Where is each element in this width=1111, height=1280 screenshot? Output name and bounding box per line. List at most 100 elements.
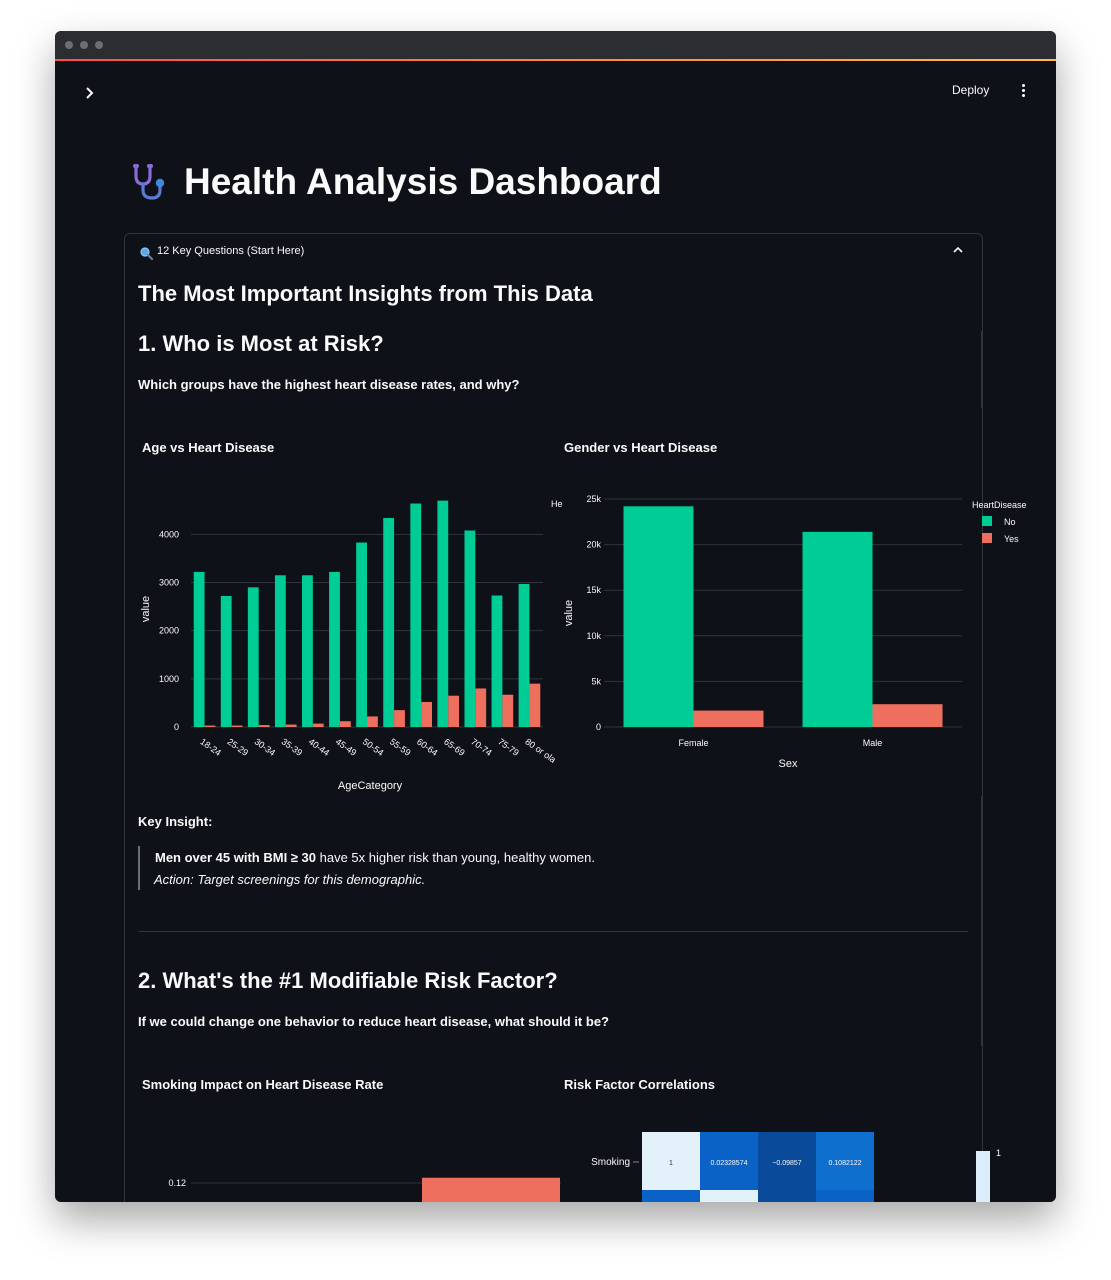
column-divider <box>981 331 982 408</box>
page-title: Health Analysis Dashboard <box>184 161 662 202</box>
bar-yes <box>529 683 541 727</box>
section-divider <box>138 931 968 932</box>
bar-yes <box>448 695 460 727</box>
heatmap-cell <box>700 1190 758 1202</box>
y-tick-label: 25k <box>586 494 601 504</box>
heatmap-cell <box>642 1190 700 1202</box>
risk-correlation-heatmap[interactable]: Smoking 1 0.02328574 −0.09857 0.1082122 1 <box>560 1121 1040 1202</box>
bar-yes <box>502 694 514 727</box>
bar-no <box>302 575 313 727</box>
bar-yes <box>258 725 270 727</box>
age-chart-title: Age vs Heart Disease <box>142 440 275 455</box>
bar-no <box>410 503 422 727</box>
bar-yes <box>204 725 216 727</box>
stethoscope-icon <box>131 162 171 202</box>
bar-no <box>274 575 286 727</box>
y-tick-label: 5k <box>591 676 601 686</box>
key-insight-label: Key Insight: <box>138 814 213 829</box>
bar-yes <box>231 725 243 727</box>
window-dot-icon[interactable] <box>80 41 88 49</box>
insight-detail: have 5x higher risk than young, healthy … <box>316 850 595 865</box>
smoking-impact-chart[interactable]: 0.120.1 <box>135 1121 565 1202</box>
insight-blockquote-bar <box>138 846 140 890</box>
collapse-chevron-icon[interactable] <box>952 243 964 255</box>
smoking-chart-title: Smoking Impact on Heart Disease Rate <box>142 1077 384 1092</box>
correlation-chart-title: Risk Factor Correlations <box>564 1077 715 1092</box>
y-tick-label: 15k <box>586 585 601 595</box>
browser-window: Deploy Health Analysis Dashboard 12 Key … <box>55 31 1056 1202</box>
heatmap-cell <box>758 1190 816 1202</box>
bar-no <box>356 542 367 727</box>
x-tick-label: 75-79 <box>496 736 521 757</box>
gender-chart-title: Gender vs Heart Disease <box>564 440 718 455</box>
question-2-heading: 2. What's the #1 Modifiable Risk Factor? <box>138 968 558 993</box>
bar-no <box>329 571 340 727</box>
bar-no <box>802 531 873 727</box>
sidebar-expand-chevron-icon[interactable] <box>83 81 99 105</box>
bar-yes <box>475 688 487 727</box>
x-tick-label: 60-64 <box>415 736 440 757</box>
x-tick-label: 40-44 <box>307 736 332 757</box>
y-tick-label: 0 <box>596 722 601 732</box>
bar-yes <box>394 710 405 727</box>
expander-label[interactable]: 12 Key Questions (Start Here) <box>157 245 304 257</box>
x-axis-label: AgeCategory <box>338 780 403 792</box>
legend-swatch <box>982 533 992 543</box>
bar-yes <box>285 724 297 727</box>
y-tick-label: 10k <box>586 631 601 641</box>
x-tick-label: 45-49 <box>334 736 359 757</box>
bar-no <box>193 571 205 727</box>
bar-no <box>623 506 694 727</box>
y-tick-label: 0 <box>174 722 179 732</box>
window-titlebar <box>55 31 1056 59</box>
x-tick-label: 18-24 <box>198 736 223 757</box>
y-tick-label: 2000 <box>159 626 179 636</box>
x-tick-label: 30-34 <box>253 736 278 757</box>
bar-yes <box>421 701 432 727</box>
bar-yes <box>872 704 943 727</box>
bar-no <box>491 595 503 727</box>
y-tick-label: 4000 <box>159 529 179 539</box>
legend-swatch <box>982 516 992 526</box>
bar-no <box>437 500 449 727</box>
x-tick-label: 50-54 <box>361 736 386 757</box>
bar-no <box>383 517 395 727</box>
y-axis-label: value <box>140 596 152 622</box>
bar-yes <box>367 716 378 727</box>
y-tick-label: 0.12 <box>168 1178 186 1188</box>
x-tick-label: 80 or ola <box>523 736 557 764</box>
deploy-button[interactable]: Deploy <box>952 83 989 97</box>
heatmap-row-label: Smoking <box>591 1157 630 1168</box>
colorbar <box>976 1151 990 1202</box>
bar-no <box>247 587 259 727</box>
legend-title: HeartDisease <box>972 500 1027 510</box>
gender-heart-disease-chart[interactable]: 0 5k 10k 15k 20k 25k Female Male Sex value HeartDi… <box>560 481 1040 781</box>
x-tick-label: 65-69 <box>442 736 467 757</box>
insight-emphasis: Men over 45 with BMI ≥ 30 <box>155 850 317 865</box>
y-tick-label: 3000 <box>159 578 179 588</box>
x-tick-label: 25-29 <box>225 736 250 757</box>
column-divider <box>981 796 982 1046</box>
y-tick-label: 20k <box>586 540 601 550</box>
heatmap-value: −0.09857 <box>772 1160 801 1167</box>
x-tick-label: 70-74 <box>469 736 494 757</box>
colorbar-max-label: 1 <box>996 1148 1001 1158</box>
insights-heading: The Most Important Insights from This Da… <box>138 281 593 306</box>
header-decoration <box>55 59 1056 61</box>
heatmap-value: 1 <box>669 1160 673 1167</box>
window-dot-icon[interactable] <box>65 41 73 49</box>
magnifier-icon <box>139 246 154 261</box>
main-menu-icon[interactable] <box>1017 81 1029 101</box>
question-1-subtitle: Which groups have the highest heart dise… <box>138 377 520 392</box>
bar-no <box>518 583 530 727</box>
heatmap-cell <box>816 1190 874 1202</box>
insight-text: Men over 45 with BMI ≥ 30 have 5x higher… <box>155 850 595 865</box>
window-dot-icon[interactable] <box>95 41 103 49</box>
question-1-heading: 1. Who is Most at Risk? <box>138 331 384 356</box>
question-2-subtitle: If we could change one behavior to reduc… <box>138 1014 609 1029</box>
age-heart-disease-chart[interactable]: 0 1000 2000 3000 4000 18-24 25-29 30-34 35-39 40-… <box>135 481 565 801</box>
y-tick-label: 1000 <box>159 674 179 684</box>
legend-item-yes: Yes <box>1004 534 1019 544</box>
x-tick-label: Male <box>863 738 883 748</box>
bar-no <box>220 595 232 727</box>
